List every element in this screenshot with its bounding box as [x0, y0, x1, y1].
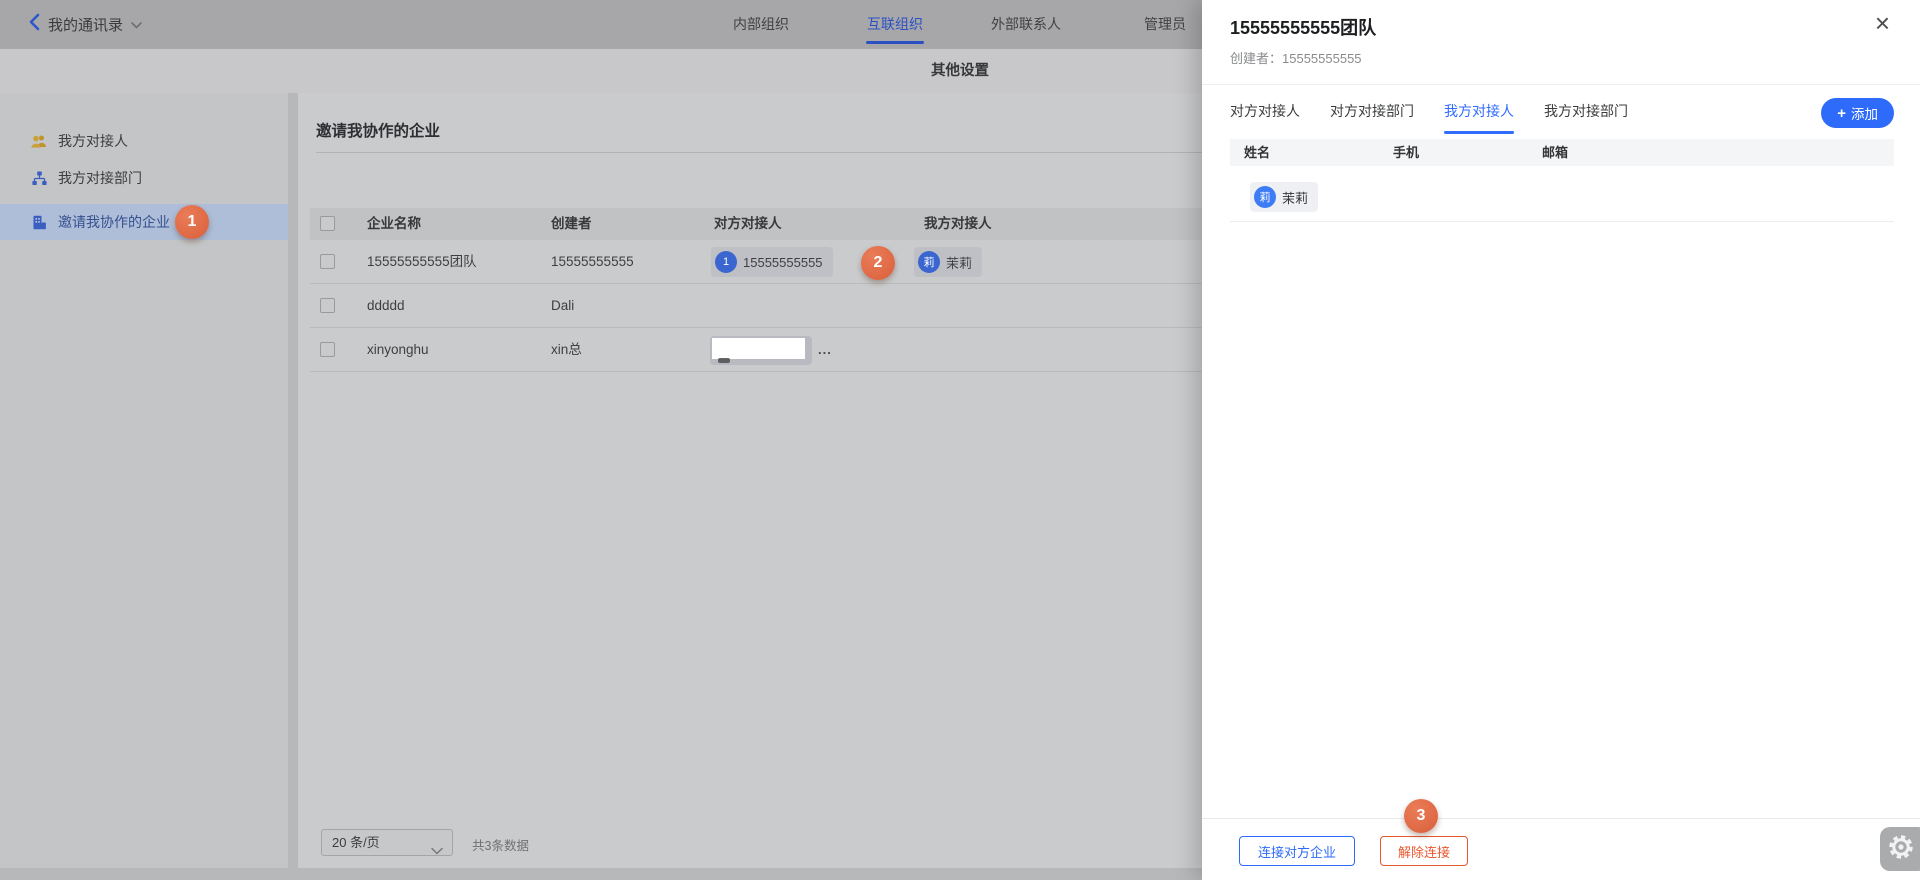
add-button-label: 添加 [1851, 103, 1878, 123]
contact-chip[interactable]: 莉 茉莉 [1250, 182, 1318, 212]
cell-company: xinyonghu [367, 328, 429, 372]
back-chevron-icon [28, 13, 40, 36]
divider [1230, 221, 1894, 222]
drawer-tabs: 对方对接人 对方对接部门 我方对接人 我方对接部门 [1230, 96, 1628, 134]
total-count: 共3条数据 [472, 835, 529, 854]
col-name: 姓名 [1244, 139, 1270, 166]
plus-icon: + [1837, 105, 1846, 122]
sidebar-item-our-departments[interactable]: 我方对接部门 [0, 160, 288, 196]
row-checkbox[interactable] [320, 254, 335, 269]
col-our-contact: 我方对接人 [924, 208, 992, 240]
cell-creator: xin总 [551, 328, 582, 372]
contact-name: 茉莉 [1282, 188, 1308, 207]
drawer-tab-their-contacts[interactable]: 对方对接人 [1230, 96, 1300, 134]
tab-connected-org[interactable]: 互联组织 [835, 0, 955, 49]
org-chart-icon [30, 169, 48, 187]
disconnect-button[interactable]: 解除连接 [1380, 836, 1468, 866]
drawer-tab-their-departments[interactable]: 对方对接部门 [1330, 96, 1414, 134]
tab-internal-org[interactable]: 内部组织 [701, 0, 821, 49]
drawer-title: 15555555555团队 [1230, 14, 1376, 40]
step-1-marker: 1 [175, 205, 209, 239]
redacted-avatar [718, 358, 730, 363]
app-root: 我的通讯录 内部组织 互联组织 外部联系人 管理员 其他设置 我方对接人 [0, 0, 1920, 880]
gear-icon [1887, 833, 1915, 866]
sidebar: 我方对接人 我方对接部门 [0, 93, 288, 868]
cell-creator: Dali [551, 284, 574, 328]
col-email: 邮箱 [1542, 139, 1568, 166]
more-indicator: ... [818, 328, 832, 372]
add-button[interactable]: + 添加 [1821, 98, 1894, 128]
drawer-table-header: 姓名 手机 邮箱 [1230, 139, 1894, 166]
main-heading: 邀请我协作的企业 [316, 119, 440, 141]
settings-fab[interactable] [1880, 827, 1920, 871]
avatar: 莉 [1254, 186, 1276, 208]
step-3-marker: 3 [1404, 799, 1438, 833]
sidebar-item-label: 我方对接部门 [58, 168, 142, 188]
chevron-down-icon [431, 838, 443, 863]
redacted-area [712, 338, 805, 359]
contact-name: 15555555555 [743, 255, 823, 270]
chevron-down-icon [131, 16, 142, 34]
col-their-contact: 对方对接人 [714, 208, 782, 240]
sidebar-item-our-contacts[interactable]: 我方对接人 [0, 123, 288, 159]
cell-company: ddddd [367, 284, 405, 328]
row-checkbox[interactable] [320, 298, 335, 313]
divider [1202, 84, 1920, 85]
sidebar-item-label: 我方对接人 [58, 131, 128, 151]
col-mobile: 手机 [1393, 139, 1419, 166]
page-size-select[interactable]: 20 条/页 [321, 829, 453, 856]
drawer-tab-our-departments[interactable]: 我方对接部门 [1544, 96, 1628, 134]
our-contact-chip: 莉 茉莉 [914, 247, 982, 277]
detail-drawer: 15555555555团队 × 创建者：15555555555 对方对接人 对方… [1202, 0, 1920, 880]
select-all-checkbox[interactable] [320, 216, 335, 231]
connect-company-button[interactable]: 连接对方企业 [1239, 836, 1355, 866]
drawer-tab-our-contacts[interactable]: 我方对接人 [1444, 96, 1514, 134]
page-size-value: 20 条/页 [332, 835, 380, 850]
drawer-subtitle: 创建者：15555555555 [1230, 48, 1362, 67]
tab-external-contacts[interactable]: 外部联系人 [966, 0, 1086, 49]
cell-creator: 15555555555 [551, 240, 634, 284]
close-icon[interactable]: × [1875, 8, 1890, 38]
row-checkbox[interactable] [320, 342, 335, 357]
avatar: 1 [715, 251, 737, 273]
avatar: 莉 [918, 251, 940, 273]
building-icon [30, 213, 48, 231]
their-contact-chip: 1 15555555555 [711, 247, 833, 277]
sidebar-item-inviting-companies[interactable]: 邀请我协作的企业 [0, 204, 288, 240]
contact-name: 茉莉 [946, 253, 972, 272]
cell-company: 15555555555团队 [367, 240, 477, 284]
col-company: 企业名称 [367, 208, 421, 240]
col-creator: 创建者 [551, 208, 592, 240]
step-2-marker: 2 [861, 246, 895, 280]
back-button[interactable]: 我的通讯录 [28, 0, 142, 49]
divider [1202, 818, 1920, 819]
people-icon [30, 132, 48, 150]
their-contact-chip [710, 336, 812, 365]
sidebar-item-label: 邀请我协作的企业 [58, 212, 170, 232]
page-title: 我的通讯录 [48, 14, 123, 35]
